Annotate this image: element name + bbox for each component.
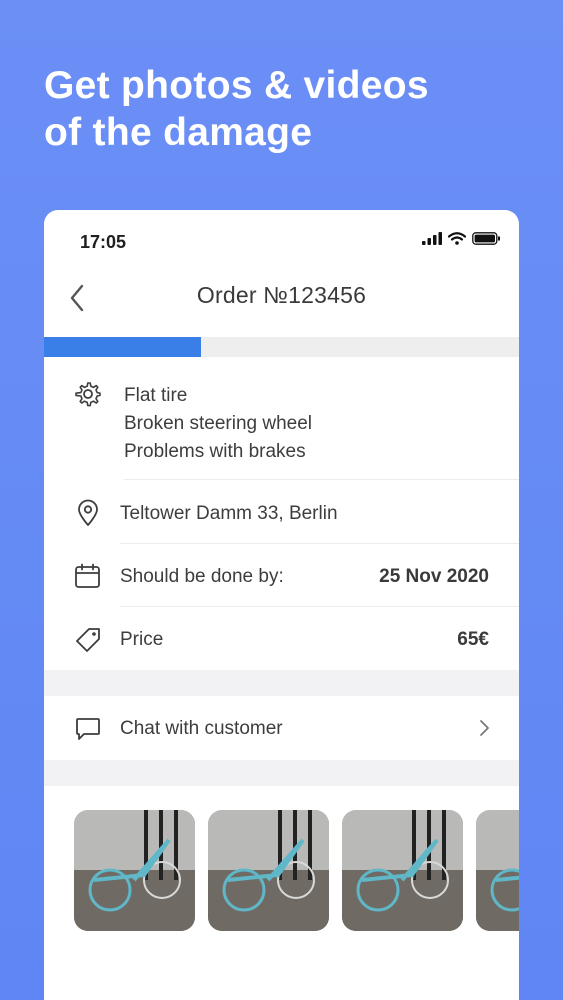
damage-photo[interactable] (476, 810, 519, 931)
damage-photo[interactable] (74, 810, 195, 931)
photo-gallery[interactable] (74, 810, 519, 931)
chevron-right-icon (480, 720, 489, 736)
progress-bar (44, 337, 519, 357)
headline-line-2: of the damage (44, 111, 313, 154)
wifi-icon (448, 232, 466, 245)
divider (120, 606, 519, 607)
status-bar: 17:05 (44, 210, 519, 268)
chat-label: Chat with customer (120, 718, 283, 739)
gear-icon (75, 382, 101, 407)
headline-line-1: Get photos & videos (44, 64, 429, 107)
issue-item: Flat tire (124, 385, 188, 406)
damage-photo[interactable] (208, 810, 329, 931)
deadline-value: 25 Nov 2020 (379, 566, 489, 587)
status-time: 17:05 (80, 232, 127, 252)
calendar-icon (75, 563, 100, 588)
status-icons (422, 232, 501, 245)
price-value: 65€ (457, 629, 489, 650)
deadline-label: Should be done by: (120, 566, 284, 587)
price-label: Price (120, 629, 164, 650)
progress-bar-fill (44, 337, 201, 357)
order-title: Order №123456 (196, 282, 367, 308)
nav-bar: Order №123456 (44, 268, 519, 338)
divider (124, 479, 519, 480)
bicycle-photo (476, 810, 519, 931)
bicycle-photo (208, 810, 329, 931)
section-gap (44, 760, 519, 786)
address-text: Teltower Damm 33, Berlin (120, 503, 338, 524)
bicycle-photo (74, 810, 195, 931)
issue-item: Problems with brakes (124, 441, 306, 462)
damage-photo[interactable] (342, 810, 463, 931)
chat-bubble-icon (76, 718, 100, 740)
headline: Get photos & videos of the damage (44, 62, 429, 156)
divider (120, 543, 519, 544)
battery-icon (472, 232, 500, 245)
section-gap (44, 670, 519, 696)
price-tag-icon (76, 628, 100, 652)
issues-list: Flat tire Broken steering wheel Problems… (124, 382, 312, 466)
chat-with-customer-button[interactable]: Chat with customer (44, 696, 519, 760)
location-pin-icon (78, 499, 98, 526)
phone-screen: 17:05 Order №123456 Flat tire Broken ste… (44, 210, 519, 1000)
signal-icon (422, 232, 442, 245)
bicycle-photo (342, 810, 463, 931)
issue-item: Broken steering wheel (124, 413, 312, 434)
